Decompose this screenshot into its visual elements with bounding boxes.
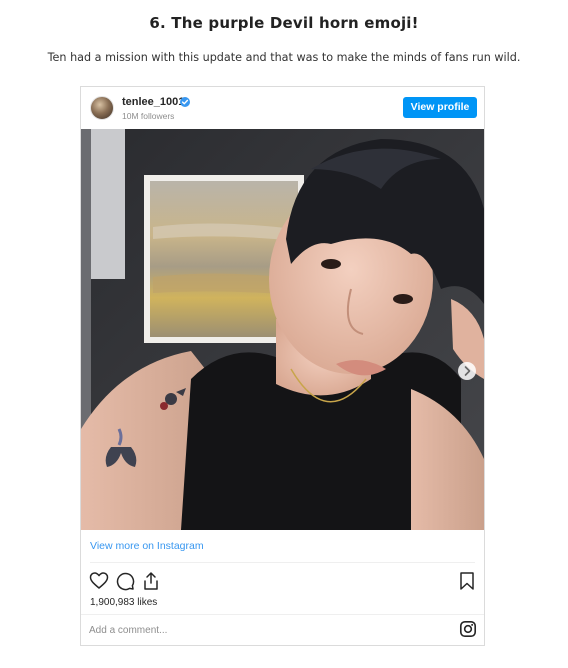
instagram-embed: tenlee_1001 10M followers View profile V…: [80, 86, 485, 646]
like-count: 1,900,983 likes: [90, 597, 158, 608]
view-more-link[interactable]: View more on Instagram: [90, 540, 204, 552]
comment-icon[interactable]: [115, 571, 135, 591]
view-profile-button[interactable]: View profile: [403, 97, 477, 118]
comment-input[interactable]: [89, 622, 449, 638]
username[interactable]: tenlee_1001: [122, 96, 184, 108]
avatar[interactable]: [90, 96, 114, 120]
instagram-logo-icon[interactable]: [459, 620, 477, 638]
divider: [90, 562, 475, 563]
action-bar: [89, 571, 479, 591]
article-heading: 6. The purple Devil horn emoji!: [149, 14, 419, 32]
carousel-next-button[interactable]: [458, 362, 476, 380]
bookmark-icon[interactable]: [457, 571, 477, 591]
post-header: tenlee_1001 10M followers View profile: [81, 87, 484, 129]
verified-badge-icon: [180, 97, 190, 107]
chevron-right-icon: [464, 366, 471, 376]
share-icon[interactable]: [141, 571, 161, 591]
divider: [81, 614, 484, 615]
heart-icon[interactable]: [89, 571, 109, 591]
follower-count: 10M followers: [122, 111, 175, 121]
article-paragraph: Ten had a mission with this update and t…: [47, 51, 521, 64]
post-photo[interactable]: [81, 129, 484, 530]
